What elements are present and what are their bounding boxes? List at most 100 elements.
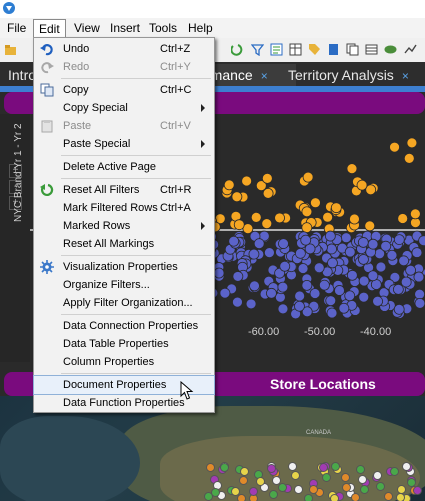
tab-intro[interactable]: Intro [0,64,36,86]
scatter-point[interactable] [326,307,338,319]
scatter-point[interactable] [405,264,417,276]
menu-item-apply-filter-organization[interactable]: Apply Filter Organization... [34,294,214,312]
scatter-point[interactable] [330,202,342,214]
map-store-marker[interactable] [340,472,350,482]
scatter-point[interactable] [340,232,352,244]
scatter-point[interactable] [406,137,418,149]
scatter-point[interactable] [358,291,370,303]
scatter-point[interactable] [334,285,345,296]
menu-item-column-properties[interactable]: Column Properties [34,353,214,371]
table-icon[interactable] [365,43,378,56]
scatter-point[interactable] [297,263,309,274]
scatter-point[interactable] [413,271,425,283]
scatter-point[interactable] [261,218,273,229]
menu-item-copy[interactable]: Copy Ctrl+C [34,81,214,99]
open-folder-icon[interactable] [4,43,17,56]
menu-view[interactable]: View [74,21,100,35]
scatter-point[interactable] [389,141,400,153]
scatter-point[interactable] [358,254,369,265]
tag-icon[interactable] [308,43,321,56]
scatter-point[interactable] [344,290,356,302]
scatter-point[interactable] [249,280,260,292]
scatter-point[interactable] [300,234,312,246]
menu-help[interactable]: Help [188,21,213,35]
details-icon[interactable] [270,43,283,56]
map-store-marker[interactable] [290,470,300,480]
map-store-marker[interactable] [239,467,249,477]
map-store-marker[interactable] [266,463,276,473]
line-chart-icon[interactable] [404,43,417,56]
scatter-point[interactable] [393,303,405,315]
scatter-point[interactable] [262,187,274,199]
scatter-point[interactable] [344,246,356,258]
scatter-point[interactable] [277,303,289,315]
scatter-point[interactable] [294,290,306,302]
scatter-point[interactable] [232,296,243,308]
map-store-marker[interactable] [231,486,241,496]
scatter-point[interactable] [264,247,275,258]
menu-edit[interactable]: Edit [33,19,66,38]
menu-item-marked-rows[interactable]: Marked Rows [34,217,214,235]
scatter-point[interactable] [309,288,321,299]
scatter-point[interactable] [313,262,325,274]
scatter-point[interactable] [398,255,410,267]
map-store-marker[interactable] [249,486,259,496]
menu-insert[interactable]: Insert [110,21,140,35]
scatter-point[interactable] [325,295,337,307]
scatter-point[interactable] [380,240,392,252]
tab-close-icon[interactable]: × [261,69,268,83]
scatter-point[interactable] [414,288,425,300]
map-store-marker[interactable] [277,483,287,493]
scatter-point[interactable] [250,212,262,223]
scatter-point[interactable] [393,234,405,246]
scatter-point[interactable] [367,238,379,250]
menu-item-delete-active-page[interactable]: Delete Active Page [34,158,214,176]
menu-item-undo[interactable]: Undo Ctrl+Z [34,40,214,58]
scatter-point[interactable] [278,238,289,249]
map-store-marker[interactable] [256,476,266,486]
scatter-point[interactable] [346,163,358,175]
scatter-point[interactable] [327,257,338,269]
bookmark-icon[interactable] [327,43,340,56]
scatter-point[interactable] [392,284,404,295]
map-store-marker[interactable] [341,483,351,493]
scatter-point[interactable] [231,191,243,203]
scatter-point[interactable] [357,237,369,248]
scatter-point[interactable] [397,213,409,224]
menu-item-organize-filters[interactable]: Organize Filters... [34,276,214,294]
menu-item-paste-special[interactable]: Paste Special [34,135,214,153]
map-store-marker[interactable] [375,481,385,491]
scatter-point[interactable] [364,220,376,232]
scatter-point[interactable] [245,298,257,310]
scatter-point[interactable] [318,279,330,291]
menu-item-mark-filtered-rows[interactable]: Mark Filtered Rows Ctrl+A [34,199,214,217]
scatter-point[interactable] [241,175,253,187]
scatter-point[interactable] [414,297,425,309]
scatter-point[interactable] [403,152,415,164]
scatter-point[interactable] [248,248,260,260]
map-store-marker[interactable] [359,484,369,494]
scatter-point[interactable] [253,238,265,250]
scatter-point[interactable] [349,213,360,225]
tab-territory-analysis[interactable]: Territory Analysis × [278,64,425,86]
scatter-point[interactable] [233,219,245,231]
scatter-point[interactable] [326,243,338,255]
scatter-point[interactable] [223,179,235,191]
scatter-point[interactable] [266,287,277,299]
scatter-point[interactable] [358,275,370,287]
map-store-marker[interactable] [287,461,297,471]
map-store-marker[interactable] [321,472,331,482]
map-store-marker[interactable] [389,467,399,477]
color-icon[interactable] [384,43,397,56]
scatter-point[interactable] [232,271,244,282]
menu-item-paste[interactable]: Paste Ctrl+V [34,117,214,135]
scatter-point[interactable] [261,173,273,184]
scatter-point[interactable] [228,235,240,247]
menu-item-data-table-properties[interactable]: Data Table Properties [34,335,214,353]
scatter-point[interactable] [409,208,421,220]
map-store-marker[interactable] [329,493,339,501]
scatter-point[interactable] [375,261,387,273]
data-table-icon[interactable] [289,43,302,56]
scatter-point[interactable] [301,279,313,291]
map-store-marker[interactable] [303,494,313,501]
